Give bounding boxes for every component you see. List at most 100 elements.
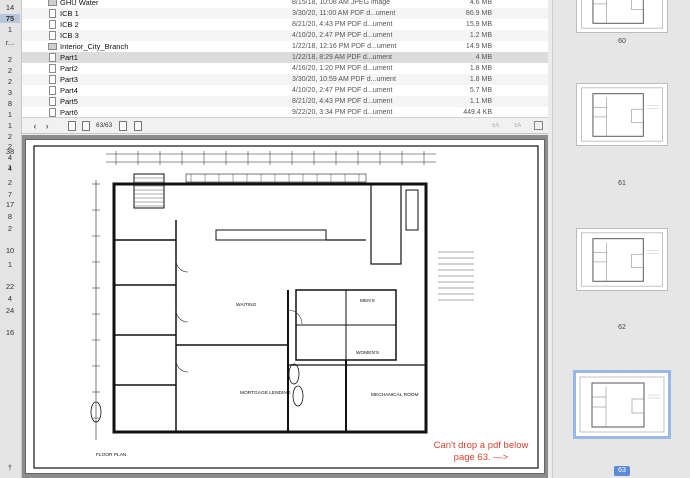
file-date-kind: 3/30/20, 11:00 AM PDF d...ument — [292, 10, 396, 17]
gutter-number: 1 — [7, 260, 13, 269]
file-name: GHU Water — [60, 0, 99, 7]
file-name: Part6 — [60, 108, 78, 117]
room-label: WAITING — [236, 302, 257, 308]
sidebar-toggle-icon[interactable] — [534, 121, 543, 130]
teller-counter — [215, 229, 327, 241]
file-row[interactable]: Part5 8/21/20, 4:43 PM PDF d...ument 1.1 M… — [22, 96, 548, 107]
gutter-number: 7 — [7, 190, 13, 199]
pdf-view[interactable]: WAITING MORTGAGE LENDING MECHANICAL ROOM ME… — [22, 135, 548, 478]
vault — [370, 183, 402, 265]
floor-plan-drawing: WAITING MORTGAGE LENDING MECHANICAL ROOM ME… — [33, 145, 539, 469]
gutter-number: 4 — [7, 294, 13, 303]
pdf-page: WAITING MORTGAGE LENDING MECHANICAL ROOM ME… — [25, 139, 545, 474]
file-row[interactable]: Part4 4/10/20, 2:47 PM PDF d...ument 5.7 M… — [22, 85, 548, 96]
section-tag — [288, 363, 300, 385]
gutter-number: 2 — [7, 224, 13, 233]
file-row[interactable]: Part1 1/22/18, 8:29 AM PDF d...ument 4 MB — [22, 52, 548, 63]
text-size-button[interactable]: ±A — [492, 120, 499, 132]
file-name: Part4 — [60, 86, 78, 95]
door-swing — [175, 259, 189, 273]
gutter-number: 10 — [5, 246, 15, 255]
gutter-number: 8 — [7, 212, 13, 221]
file-date-kind: 9/22/20, 3:34 PM PDF d...ument — [292, 109, 393, 116]
pdf-file-icon — [49, 75, 56, 84]
forward-button[interactable]: › — [42, 120, 52, 132]
gutter-number: 75 — [0, 14, 20, 23]
gutter-number: 2 — [7, 77, 13, 86]
room-label: MECHANICAL ROOM — [371, 392, 419, 398]
page-thumbnail[interactable] — [576, 83, 668, 146]
thumbnail-sidebar[interactable]: 60 61 62 63 — [552, 0, 690, 478]
gutter-truncated-label: r... — [5, 38, 15, 47]
file-row[interactable]: Interior_City_Branch 1/22/18, 12:16 PM PD… — [22, 41, 548, 52]
file-size: 4.6 MB — [469, 0, 492, 6]
back-button[interactable]: ‹ — [30, 120, 40, 132]
page-icon[interactable] — [68, 121, 76, 131]
pdf-file-icon — [49, 64, 56, 73]
room-label: WOMEN'S — [356, 350, 379, 356]
page-thumbnail[interactable] — [576, 228, 668, 291]
file-row[interactable]: ICB 1 3/30/20, 11:00 AM PDF d...ument 86.9… — [22, 8, 548, 19]
gutter-number: 1 — [7, 25, 13, 34]
drop-warning-note: Can't drop a pdf below page 63. —> — [433, 440, 529, 463]
pdf-file-icon — [49, 53, 56, 62]
file-name: ICB 1 — [60, 9, 79, 18]
file-row[interactable]: GHU Water 8/15/18, 10:08 AM JPEG image 4.6… — [22, 0, 548, 8]
file-date-kind: 4/10/20, 2:47 PM PDF d...ument — [292, 32, 393, 39]
thumbnail-floor-plan — [579, 376, 665, 433]
file-date-kind: 4/16/20, 1:20 PM PDF d...ument — [292, 65, 393, 72]
section-tag — [292, 385, 304, 407]
file-name: Part2 — [60, 64, 78, 73]
app-window: 14 75 1 2 2 2 3 8 1 1 2 2 4 4 38 1 2 7 17 8 2 10 1 22 4 24 16 r... †… — [0, 0, 690, 478]
page-counter: 63/63 — [96, 122, 113, 129]
file-size: 15.9 MB — [465, 21, 492, 28]
pdf-file-icon — [49, 9, 56, 18]
file-name: ICB 3 — [60, 31, 79, 40]
gutter-number: 2 — [7, 178, 13, 187]
sheet-border — [33, 145, 539, 469]
file-size: 1.2 MB — [469, 32, 492, 39]
file-date-kind: 8/21/20, 4:43 PM PDF d...ument — [292, 98, 393, 105]
file-date-kind: 1/22/18, 8:29 AM PDF d...ument — [292, 54, 392, 61]
gutter-number: 2 — [7, 55, 13, 64]
file-size: 449.4 KB — [463, 109, 492, 116]
file-row[interactable]: Part2 4/16/20, 1:20 PM PDF d...ument 1.8 M… — [22, 63, 548, 74]
gutter-number: 24 — [5, 306, 15, 315]
image-file-icon — [48, 0, 57, 6]
file-date-kind: 3/30/20, 10:59 AM PDF d...ument — [292, 76, 396, 83]
gutter-number: 38 — [5, 147, 15, 156]
thumbnail-label: 60 — [618, 38, 626, 45]
text-size-button-2[interactable]: ±A — [514, 120, 521, 132]
thumbnail-floor-plan — [581, 87, 663, 142]
file-name: Part3 — [60, 75, 78, 84]
file-list[interactable]: GHU Water 8/15/18, 10:08 AM JPEG image 4.6… — [22, 0, 548, 118]
file-row[interactable]: ICB 2 8/21/20, 4:43 PM PDF d...ument 15.9 … — [22, 19, 548, 30]
gutter-number: 16 — [5, 328, 15, 337]
document-icon[interactable] — [82, 121, 90, 131]
page-thumbnail[interactable] — [576, 0, 668, 33]
file-size: 4 MB — [475, 54, 492, 61]
gutter-number: 1 — [7, 163, 13, 172]
room-label: MEN'S — [360, 298, 375, 304]
pdf-file-icon — [49, 86, 56, 95]
gutter-number: 1 — [7, 121, 13, 130]
page-thumbnail[interactable] — [573, 370, 671, 439]
file-row[interactable]: ICB 3 4/10/20, 2:47 PM PDF d...ument 1.2 M… — [22, 30, 548, 41]
file-name: ICB 2 — [60, 20, 79, 29]
gutter-number: 14 — [5, 3, 15, 12]
file-date-kind: 1/22/18, 12:16 PM PDF d...ument — [292, 43, 397, 50]
file-name: Interior_City_Branch — [60, 42, 129, 51]
share-icon[interactable] — [134, 121, 142, 131]
gutter-marker-icon: † — [7, 463, 13, 472]
file-name: Part5 — [60, 97, 78, 106]
file-size: 1.8 MB — [469, 65, 492, 72]
file-row[interactable]: Part6 9/22/20, 3:34 PM PDF d...ument 449.4… — [22, 107, 548, 117]
file-row[interactable]: Part3 3/30/20, 10:59 AM PDF d...ument 1.8 … — [22, 74, 548, 85]
thumbnail-label: 62 — [618, 324, 626, 331]
export-icon[interactable] — [119, 121, 127, 131]
image-file-icon — [48, 43, 57, 50]
stair — [133, 173, 165, 209]
gutter-number: 8 — [7, 99, 13, 108]
gutter-number: 3 — [7, 88, 13, 97]
gutter-number: 17 — [5, 200, 15, 209]
